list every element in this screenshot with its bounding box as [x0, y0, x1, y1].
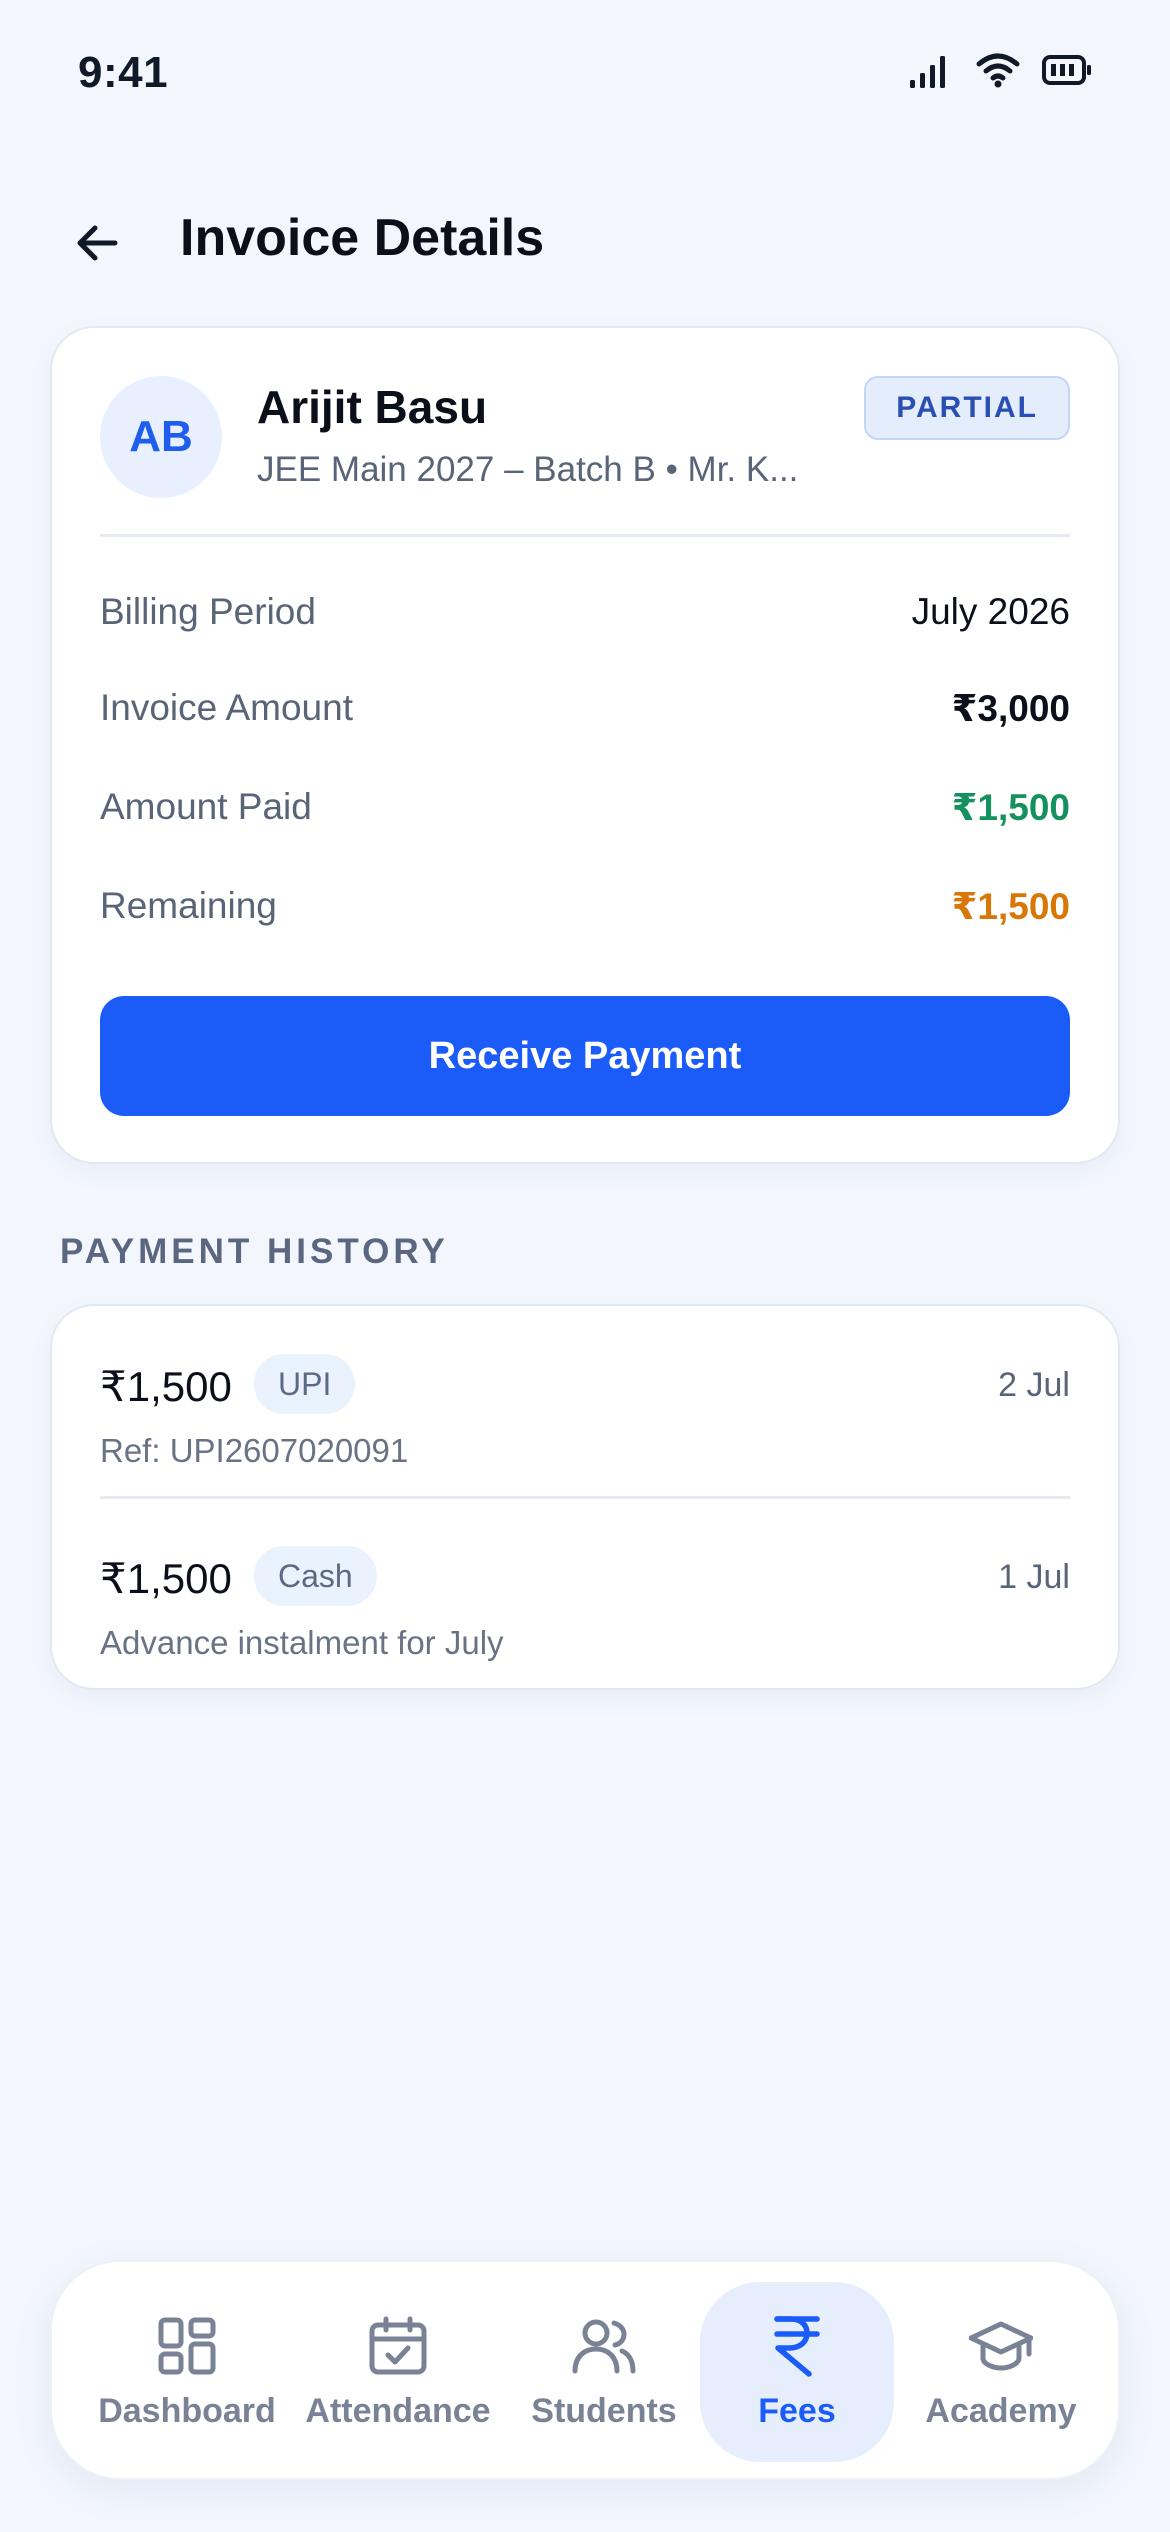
divider	[100, 534, 1070, 537]
nav-item-fees[interactable]: Fees	[700, 2282, 894, 2462]
payment-history-card: ₹1,500 UPI 2 Jul Ref: UPI2607020091 ₹1,5…	[50, 1304, 1120, 1690]
avatar: AB	[100, 376, 222, 498]
invoice-details-screen: 9:41 Invoice Details AB Arijit Basu JEE …	[0, 0, 1170, 2532]
calendar-check-icon	[366, 2314, 430, 2378]
payment-date: 2 Jul	[998, 1366, 1070, 1404]
invoice-card: AB Arijit Basu JEE Main 2027 – Batch B •…	[50, 326, 1120, 1164]
header: Invoice Details	[0, 190, 1170, 290]
student-batch-subtitle: JEE Main 2027 – Batch B • Mr. K...	[257, 450, 799, 489]
list-item[interactable]: ₹1,500 Cash 1 Jul Advance instalment for…	[100, 1534, 1070, 1684]
nav-item-students[interactable]: Students	[514, 2282, 694, 2462]
detail-label: Billing Period	[100, 591, 316, 632]
dashboard-icon	[155, 2314, 219, 2378]
payment-method-badge: UPI	[254, 1354, 356, 1414]
detail-row-amount-paid: Amount Paid ₹1,500	[100, 777, 1070, 837]
detail-row-invoice-amount: Invoice Amount ₹3,000	[100, 678, 1070, 738]
battery-icon	[1042, 54, 1092, 86]
detail-row-remaining: Remaining ₹1,500	[100, 876, 1070, 936]
receive-payment-button[interactable]: Receive Payment	[100, 996, 1070, 1116]
nav-label: Fees	[758, 2391, 836, 2430]
payment-amount: ₹1,500	[100, 1363, 232, 1410]
wifi-icon	[976, 52, 1020, 88]
detail-label: Amount Paid	[100, 786, 312, 827]
nav-item-dashboard[interactable]: Dashboard	[92, 2282, 282, 2462]
detail-value: ₹3,000	[951, 687, 1070, 729]
detail-value: ₹1,500	[951, 786, 1070, 828]
graduation-cap-icon	[969, 2314, 1033, 2378]
payment-note: Advance instalment for July	[100, 1624, 504, 1661]
rupee-icon	[765, 2314, 829, 2378]
detail-label: Remaining	[100, 885, 277, 926]
payment-method-badge: Cash	[254, 1546, 377, 1606]
detail-label: Invoice Amount	[100, 687, 353, 728]
student-name: Arijit Basu	[257, 381, 488, 433]
payment-note: Ref: UPI2607020091	[100, 1432, 409, 1469]
status-time: 9:41	[78, 48, 169, 97]
section-title: PAYMENT HISTORY	[60, 1232, 449, 1271]
payment-date: 1 Jul	[998, 1558, 1070, 1596]
nav-item-attendance[interactable]: Attendance	[300, 2282, 496, 2462]
detail-row-billing-period: Billing Period July 2026	[100, 582, 1070, 642]
status-icons	[910, 52, 1092, 88]
back-button[interactable]	[62, 210, 132, 280]
users-icon	[572, 2314, 636, 2378]
nav-label: Students	[531, 2391, 677, 2430]
detail-value: ₹1,500	[951, 885, 1070, 927]
signal-icon	[910, 52, 954, 88]
status-bar: 9:41	[0, 0, 1170, 150]
nav-item-academy[interactable]: Academy	[906, 2282, 1096, 2462]
divider	[100, 1496, 1070, 1499]
back-arrow-icon	[73, 219, 121, 272]
status-badge: PARTIAL	[864, 376, 1070, 440]
nav-label: Academy	[925, 2391, 1077, 2430]
page-title: Invoice Details	[180, 209, 545, 267]
nav-label: Attendance	[305, 2391, 491, 2430]
bottom-nav: Dashboard Attendance Students Fees Acade…	[50, 2260, 1120, 2480]
nav-label: Dashboard	[98, 2391, 276, 2430]
payment-amount: ₹1,500	[100, 1555, 232, 1602]
detail-value: July 2026	[911, 591, 1070, 632]
list-item[interactable]: ₹1,500 UPI 2 Jul Ref: UPI2607020091	[100, 1342, 1070, 1492]
